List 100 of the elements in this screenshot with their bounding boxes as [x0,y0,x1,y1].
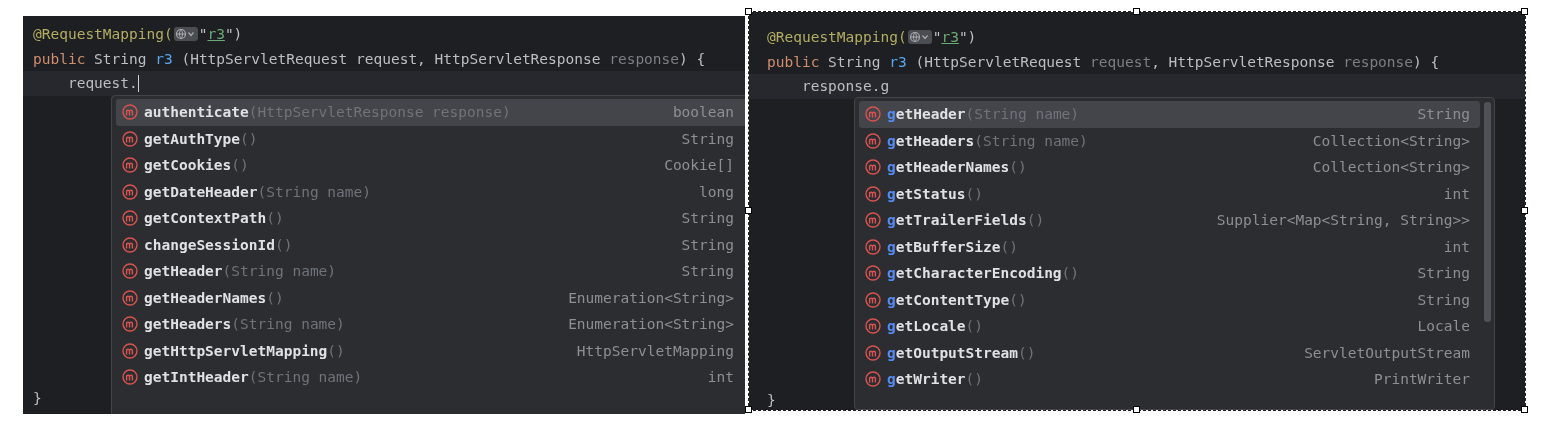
method-name: getContextPath [144,210,267,227]
completion-item[interactable]: getTrailerFields() Supplier<Map<String, String>> [859,207,1480,234]
method-name: getCookies [144,157,232,174]
return-type: Collection<String> [1312,132,1470,149]
completion-item[interactable]: getBufferSize() int [859,233,1480,260]
method-name: authenticate [144,104,249,121]
method-icon [865,291,881,308]
method-name: getIntHeader [144,369,249,386]
method-name: getHeaderNames [144,289,267,306]
code-token: public [33,49,87,69]
method-icon [865,159,881,176]
code-token: r3 [889,52,907,72]
return-type: String [681,263,734,280]
method-name: getLocale [887,318,966,335]
code-token: public [767,52,821,72]
method-name: getStatus [887,185,966,202]
method-params: () [231,157,249,174]
method-params: () [1000,238,1018,255]
completion-item[interactable]: getContextPath() String [116,205,745,232]
code-token: " [932,28,942,47]
completion-item[interactable]: changeSessionId() String [116,231,745,258]
completion-item[interactable]: getDateHeader(String name) long [116,178,745,205]
selection-handle[interactable] [745,406,752,413]
method-icon [122,263,138,280]
completion-item[interactable]: getIntHeader(String name) int [116,364,745,391]
method-params: () [1009,291,1027,308]
completion-item[interactable]: getHeaderNames() Enumeration<String> [116,284,745,311]
selection-handle[interactable] [1133,406,1140,413]
completion-item[interactable]: getOutputStream() ServletOutputStream [859,339,1480,366]
method-name: getBufferSize [887,238,1001,255]
completion-item[interactable]: getStatus() int [859,180,1480,207]
code-token: String [94,49,148,69]
code-token: r3 [941,28,959,47]
text-cursor [137,74,140,92]
code-token: r3 [207,25,225,44]
completion-item[interactable]: getHeaders(String name) Collection<String> [859,127,1480,154]
method-params: (String name) [248,369,363,386]
completion-item[interactable]: getCharacterEncoding() String [859,260,1480,287]
code-token: request [1090,52,1152,72]
return-type: String [1417,265,1470,282]
selection-handle[interactable] [1133,8,1140,15]
return-type: Enumeration<String> [568,289,734,306]
code-token: @RequestMapping( [33,25,173,44]
method-params: () [965,371,984,388]
return-type: Locale [1417,318,1470,335]
return-type: long [699,183,734,200]
method-params: () [266,210,284,227]
return-type: int [707,369,734,386]
scrollbar[interactable] [1484,102,1491,322]
return-type: String [1417,106,1470,123]
completion-item[interactable]: getCookies() Cookie[] [116,152,745,179]
selection-handle[interactable] [1521,8,1528,15]
method-icon [865,106,881,123]
method-name: getOutputStream [887,344,1018,361]
completion-item[interactable]: getWriter() PrintWriter [859,366,1480,393]
return-type: String [681,210,734,227]
method-name: getHeaderNames [887,159,1010,176]
return-type: int [1443,238,1470,255]
method-icon [865,344,881,361]
method-icon [865,185,881,202]
return-type: boolean [672,104,734,121]
code-token: ) { [1413,52,1440,72]
completion-item[interactable]: getContentType() String [859,286,1480,313]
return-type: Collection<String> [1312,159,1470,176]
completion-item[interactable]: getAuthType() String [116,125,745,152]
completion-item[interactable]: getHttpServletMapping() HttpServletMapping [116,337,745,364]
return-type: PrintWriter [1373,371,1470,388]
method-params: () [965,185,984,202]
return-type: ServletOutputStream [1304,344,1470,361]
code-token: (HttpServletRequest request, HttpServletResponse [180,49,602,69]
code-token: @RequestMapping( [767,28,907,47]
method-params: (String name) [257,183,371,200]
method-icon [122,289,138,306]
selection-handle[interactable] [745,8,752,15]
code-token: response.g [800,77,890,96]
code-token: , HttpServletResponse [1151,52,1336,72]
code-token: } [767,392,776,408]
completion-item[interactable]: getHeaderNames() Collection<String> [859,154,1480,181]
method-name: getHttpServletMapping [144,342,328,359]
completion-item[interactable]: getHeader(String name) String [116,258,745,285]
code-token: response [609,49,680,69]
globe-dropdown-icon[interactable] [907,30,932,45]
code-token: } [33,390,42,406]
return-type: HttpServletMapping [576,342,734,359]
code-token: request. [66,74,138,93]
return-type: Supplier<Map<String, String>> [1216,212,1470,229]
globe-dropdown-icon[interactable] [173,27,198,42]
selection-handle[interactable] [1521,406,1528,413]
completion-item[interactable]: getLocale() Locale [859,313,1480,340]
code-token: " [198,25,208,44]
completion-item[interactable]: getHeaders(String name) Enumeration<String> [116,311,745,338]
selection-handle[interactable] [1521,207,1528,214]
code-token: response [1343,52,1414,72]
method-name: changeSessionId [144,236,275,253]
selection-handle[interactable] [745,207,752,214]
code-token: String [828,52,882,72]
method-icon [865,238,881,255]
method-icon [122,316,138,333]
method-params: () [266,289,284,306]
method-params: (String name) [231,316,345,333]
